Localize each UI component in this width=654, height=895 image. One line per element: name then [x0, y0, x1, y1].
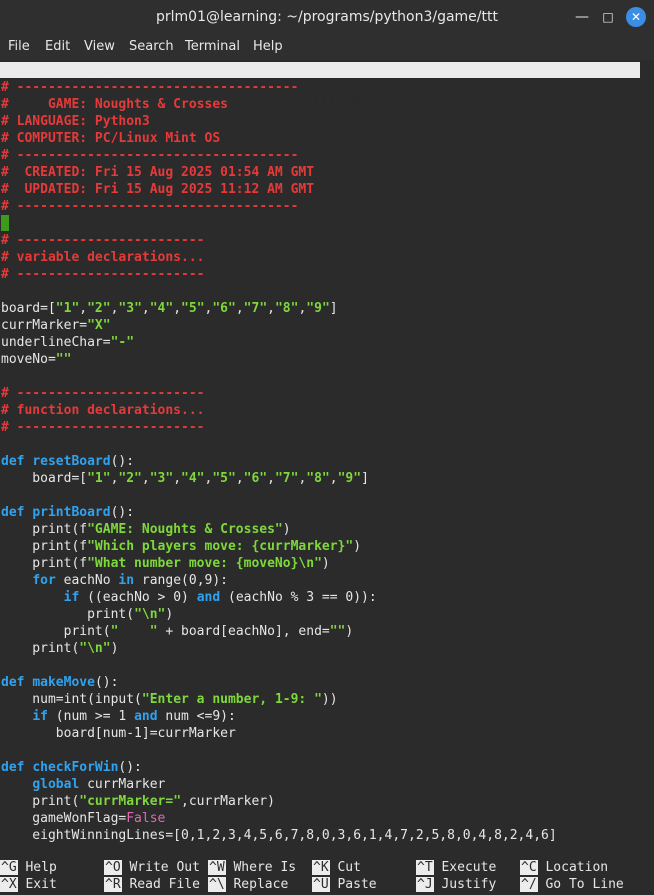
shortcut-write-out[interactable]: ^O Write Out — [104, 859, 200, 876]
code-line[interactable] — [1, 657, 557, 674]
code-line[interactable]: print(" " + board[eachNo], end="") — [1, 623, 557, 640]
shortcut-key: ^X — [0, 877, 18, 892]
shortcut-key: ^\ — [208, 877, 226, 892]
code-line[interactable]: # CREATED: Fri 15 Aug 2025 01:54 AM GMT — [1, 164, 557, 181]
code-line[interactable]: def resetBoard(): — [1, 453, 557, 470]
code-line[interactable]: # ------------------------------------ — [1, 198, 557, 215]
shortcut-read-file[interactable]: ^R Read File — [104, 876, 200, 893]
code-line[interactable]: # ------------------------ — [1, 232, 557, 249]
code-line[interactable]: underlineChar="-" — [1, 334, 557, 351]
shortcut-cut[interactable]: ^K Cut — [312, 859, 361, 876]
shortcut-key: ^R — [104, 877, 122, 892]
code-line[interactable]: print(f"Which players move: {currMarker}… — [1, 538, 557, 555]
shortcut-label: Location — [545, 860, 609, 875]
shortcut-label: Help — [25, 860, 57, 875]
shortcut-label: Go To Line — [545, 877, 624, 892]
code-line[interactable] — [1, 742, 557, 759]
code-line[interactable]: # UPDATED: Fri 15 Aug 2025 11:12 AM GMT — [1, 181, 557, 198]
shortcut-where-is[interactable]: ^W Where Is — [208, 859, 296, 876]
minimize-icon[interactable]: — — [572, 7, 592, 27]
shortcut-label: Exit — [25, 877, 57, 892]
code-line[interactable]: # ------------------------ — [1, 385, 557, 402]
shortcut-paste[interactable]: ^U Paste — [312, 876, 377, 893]
menu-search[interactable]: Search — [129, 39, 174, 54]
menu-terminal[interactable]: Terminal — [185, 39, 240, 54]
shortcut-label: Where Is — [233, 860, 297, 875]
code-line[interactable]: def makeMove(): — [1, 674, 557, 691]
code-line[interactable]: board[num-1]=currMarker — [1, 725, 557, 742]
window-titlebar: prlm01@learning: ~/programs/python3/game… — [0, 0, 654, 34]
code-line[interactable]: # ------------------------------------ — [1, 79, 557, 96]
code-line[interactable] — [1, 436, 557, 453]
code-line[interactable]: print("\n") — [1, 640, 557, 657]
code-line[interactable]: # function declarations... — [1, 402, 557, 419]
shortcut-label: Cut — [337, 860, 361, 875]
code-line[interactable] — [1, 215, 557, 232]
close-icon[interactable]: ✕ — [626, 7, 646, 27]
code-line[interactable]: if ((eachNo > 0) and (eachNo % 3 == 0)): — [1, 589, 557, 606]
maximize-icon[interactable]: □ — [598, 7, 618, 27]
code-line[interactable]: # variable declarations... — [1, 249, 557, 266]
code-line[interactable]: moveNo="" — [1, 351, 557, 368]
code-line[interactable] — [1, 368, 557, 385]
shortcut-help[interactable]: ^G Help — [0, 859, 57, 876]
shortcut-key: ^/ — [520, 877, 538, 892]
nano-shortcut-bar: ^G Help ^O Write Out ^W Where Is ^K Cut … — [0, 859, 654, 895]
menu-help[interactable]: Help — [253, 39, 283, 54]
code-line[interactable]: num=int(input("Enter a number, 1-9: ")) — [1, 691, 557, 708]
code-line[interactable] — [1, 283, 557, 300]
code-line[interactable]: eightWinningLines=[0,1,2,3,4,5,6,7,8,0,3… — [1, 827, 556, 844]
code-line[interactable]: # ------------------------ — [1, 266, 557, 283]
shortcut-key: ^C — [520, 860, 538, 875]
code-line[interactable]: # GAME: Noughts & Crosses — [1, 96, 557, 113]
menu-bar: File Edit View Search Terminal Help — [0, 34, 654, 60]
code-line[interactable]: # ------------------------------------ — [1, 147, 557, 164]
code-line[interactable]: board=["1","2","3","4","5","6","7","8","… — [1, 470, 557, 487]
nano-header: GNU nano 6.2 ttt1.py — [0, 62, 640, 109]
code-line[interactable]: # ------------------------ — [1, 419, 557, 436]
shortcut-label: Replace — [233, 877, 289, 892]
code-line[interactable]: def printBoard(): — [1, 504, 557, 521]
shortcut-label: Paste — [337, 877, 377, 892]
window-title: prlm01@learning: ~/programs/python3/game… — [156, 9, 498, 25]
code-line[interactable]: global currMarker — [1, 776, 557, 793]
code-line[interactable]: for eachNo in range(0,9): — [1, 572, 557, 589]
shortcut-label: Justify — [441, 877, 497, 892]
code-line[interactable]: print("\n") — [1, 606, 557, 623]
shortcut-key: ^O — [104, 860, 122, 875]
shortcut-exit[interactable]: ^X Exit — [0, 876, 57, 893]
code-line[interactable]: board=["1","2","3","4","5","6","7","8","… — [1, 300, 557, 317]
shortcut-label: Read File — [129, 877, 200, 892]
shortcut-label: Execute — [441, 860, 497, 875]
shortcut-key: ^T — [416, 860, 434, 875]
shortcut-justify[interactable]: ^J Justify — [416, 876, 496, 893]
shortcut-key: ^G — [0, 860, 18, 875]
shortcut-location[interactable]: ^C Location — [520, 859, 608, 876]
shortcut-replace[interactable]: ^\ Replace — [208, 876, 288, 893]
code-line[interactable]: # LANGUAGE: Python3 — [1, 113, 557, 130]
code-line[interactable]: print(f"GAME: Noughts & Crosses") — [1, 521, 557, 538]
menu-view[interactable]: View — [84, 39, 115, 54]
editor-buffer[interactable]: # ------------------------------------ # … — [1, 79, 557, 844]
shortcut-execute[interactable]: ^T Execute — [416, 859, 496, 876]
code-line[interactable]: if (num >= 1 and num <=9): — [1, 708, 557, 725]
code-line[interactable]: print(f"What number move: {moveNo}\n") — [1, 555, 557, 572]
code-line[interactable]: currMarker="X" — [1, 317, 557, 334]
code-line[interactable]: print("currMarker=",currMarker) — [1, 793, 557, 810]
shortcut-key: ^W — [208, 860, 226, 875]
menu-file[interactable]: File — [8, 39, 30, 54]
code-line[interactable] — [1, 487, 557, 504]
shortcut-key: ^K — [312, 860, 330, 875]
text-cursor — [1, 215, 9, 231]
code-line[interactable]: def checkForWin(): — [1, 759, 557, 776]
shortcut-go-to-line[interactable]: ^/ Go To Line — [520, 876, 624, 893]
code-line[interactable]: gameWonFlag=False — [1, 810, 557, 827]
shortcut-key: ^J — [416, 877, 434, 892]
code-line[interactable]: # COMPUTER: PC/Linux Mint OS — [1, 130, 557, 147]
menu-edit[interactable]: Edit — [45, 39, 70, 54]
shortcut-label: Write Out — [129, 860, 200, 875]
shortcut-key: ^U — [312, 877, 330, 892]
